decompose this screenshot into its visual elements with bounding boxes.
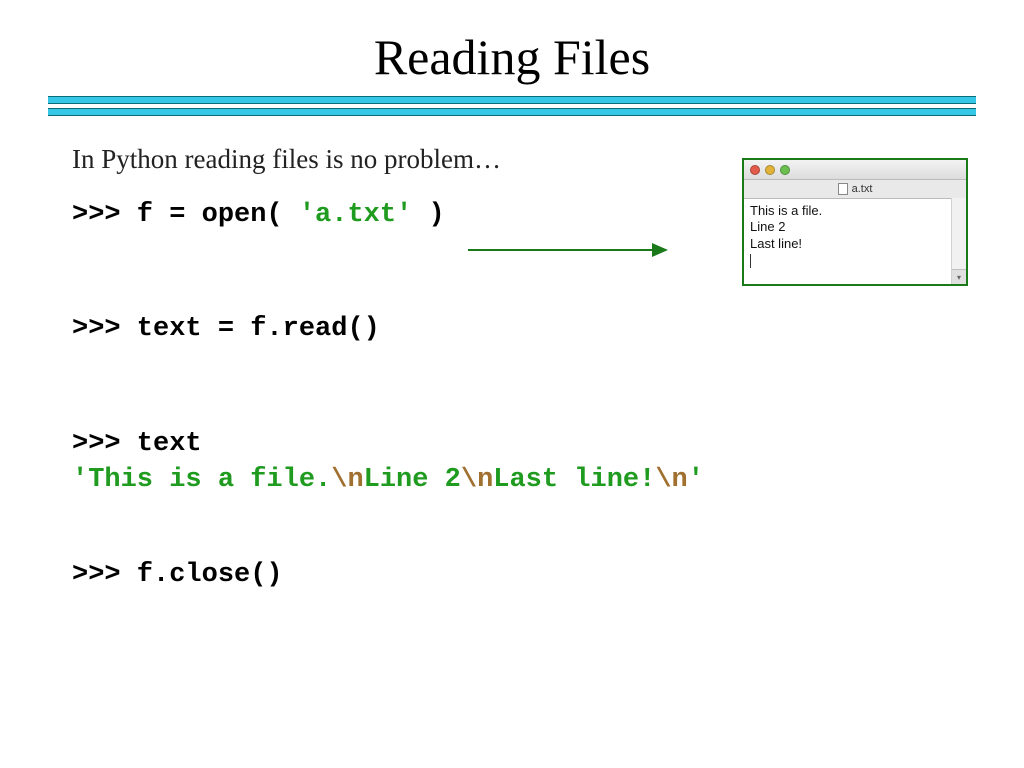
file-preview-window: a.txt This is a file. Line 2 Last line! …: [742, 158, 968, 286]
code-line-eval: >>> text: [72, 426, 952, 462]
spacer: [72, 348, 952, 426]
window-titlebar: [744, 160, 966, 180]
window-tabbar: a.txt: [744, 180, 966, 199]
zoom-icon[interactable]: [780, 165, 790, 175]
string-text: This is a file.: [88, 465, 331, 495]
rule-line: [48, 96, 976, 104]
file-line: Line 2: [750, 219, 960, 235]
file-line: Last line!: [750, 236, 960, 252]
string-text: Last line!: [493, 465, 655, 495]
code-line-close: >>> f.close(): [72, 557, 952, 593]
scroll-down-icon[interactable]: ▾: [952, 269, 966, 284]
document-icon: [838, 183, 848, 195]
code-text: ): [412, 200, 444, 230]
window-filename: a.txt: [852, 183, 873, 195]
code-output: 'This is a file.\nLine 2\nLast line!\n': [72, 462, 952, 498]
rule-line: [48, 108, 976, 116]
string-text: Line 2: [364, 465, 461, 495]
escape-seq: \n: [461, 465, 493, 495]
file-line: This is a file.: [750, 203, 960, 219]
page-title: Reading Files: [0, 0, 1024, 96]
scrollbar[interactable]: ▾: [951, 198, 966, 284]
file-body: This is a file. Line 2 Last line!: [744, 199, 966, 285]
close-icon[interactable]: [750, 165, 760, 175]
escape-seq: \n: [655, 465, 687, 495]
string-quote: ': [688, 465, 704, 495]
spacer: [72, 499, 952, 557]
text-cursor-icon: [750, 254, 751, 268]
title-underline: [48, 96, 976, 116]
string-quote: ': [72, 465, 88, 495]
code-line-read: >>> text = f.read(): [72, 311, 952, 347]
minimize-icon[interactable]: [765, 165, 775, 175]
escape-seq: \n: [331, 465, 363, 495]
window-traffic-lights: [750, 165, 790, 175]
slide: Reading Files In Python reading files is…: [0, 0, 1024, 768]
code-text: >>> f = open(: [72, 200, 299, 230]
string-literal: 'a.txt': [299, 200, 412, 230]
